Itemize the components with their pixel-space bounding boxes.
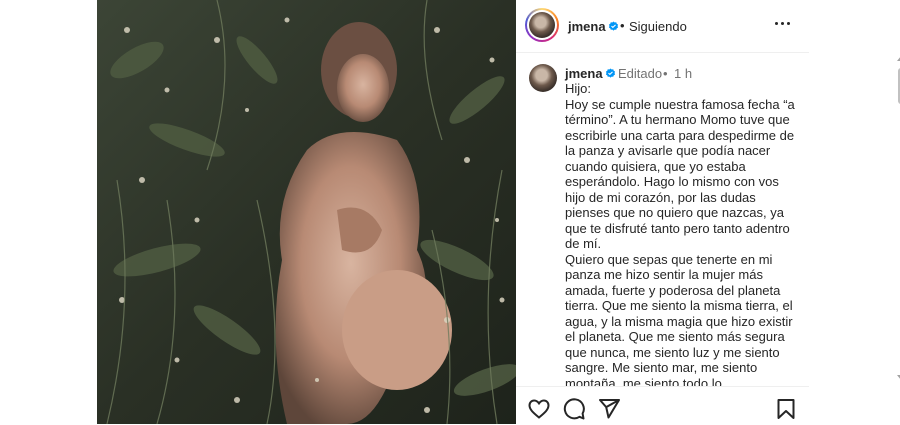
comment-icon[interactable] (562, 397, 586, 421)
caption: jmena Editado • 1 h Hijo: Hoy se cumple … (516, 60, 809, 386)
caption-separator: • (663, 66, 668, 81)
header-separator: • (620, 18, 625, 33)
timestamp[interactable]: 1 h (674, 66, 692, 81)
action-bar (516, 386, 809, 425)
caption-scrollbar[interactable] (896, 56, 900, 386)
caption-avatar[interactable] (529, 64, 557, 92)
following-button[interactable]: Siguiendo (629, 19, 687, 34)
bookmark-icon[interactable] (774, 397, 798, 421)
edited-label: Editado (618, 66, 663, 81)
verified-badge-icon (608, 21, 619, 31)
avatar (529, 12, 555, 38)
verified-badge-icon (605, 68, 616, 78)
caption-text: Hijo: Hoy se cumple nuestra famosa fecha… (565, 81, 795, 386)
caption-username[interactable]: jmena (565, 66, 603, 81)
story-ring[interactable] (525, 8, 559, 42)
post-dialog: jmena • Siguiendo jmena Editado • 1 h Hi… (97, 0, 900, 425)
header-username[interactable]: jmena (568, 19, 606, 34)
post-photo[interactable] (97, 0, 516, 424)
post-image (97, 0, 516, 424)
post-sidebar: jmena • Siguiendo jmena Editado • 1 h Hi… (516, 0, 900, 425)
post-header: jmena • Siguiendo (516, 0, 809, 53)
share-icon[interactable] (597, 397, 621, 421)
heart-icon[interactable] (527, 397, 551, 421)
more-options-icon[interactable] (774, 14, 792, 32)
